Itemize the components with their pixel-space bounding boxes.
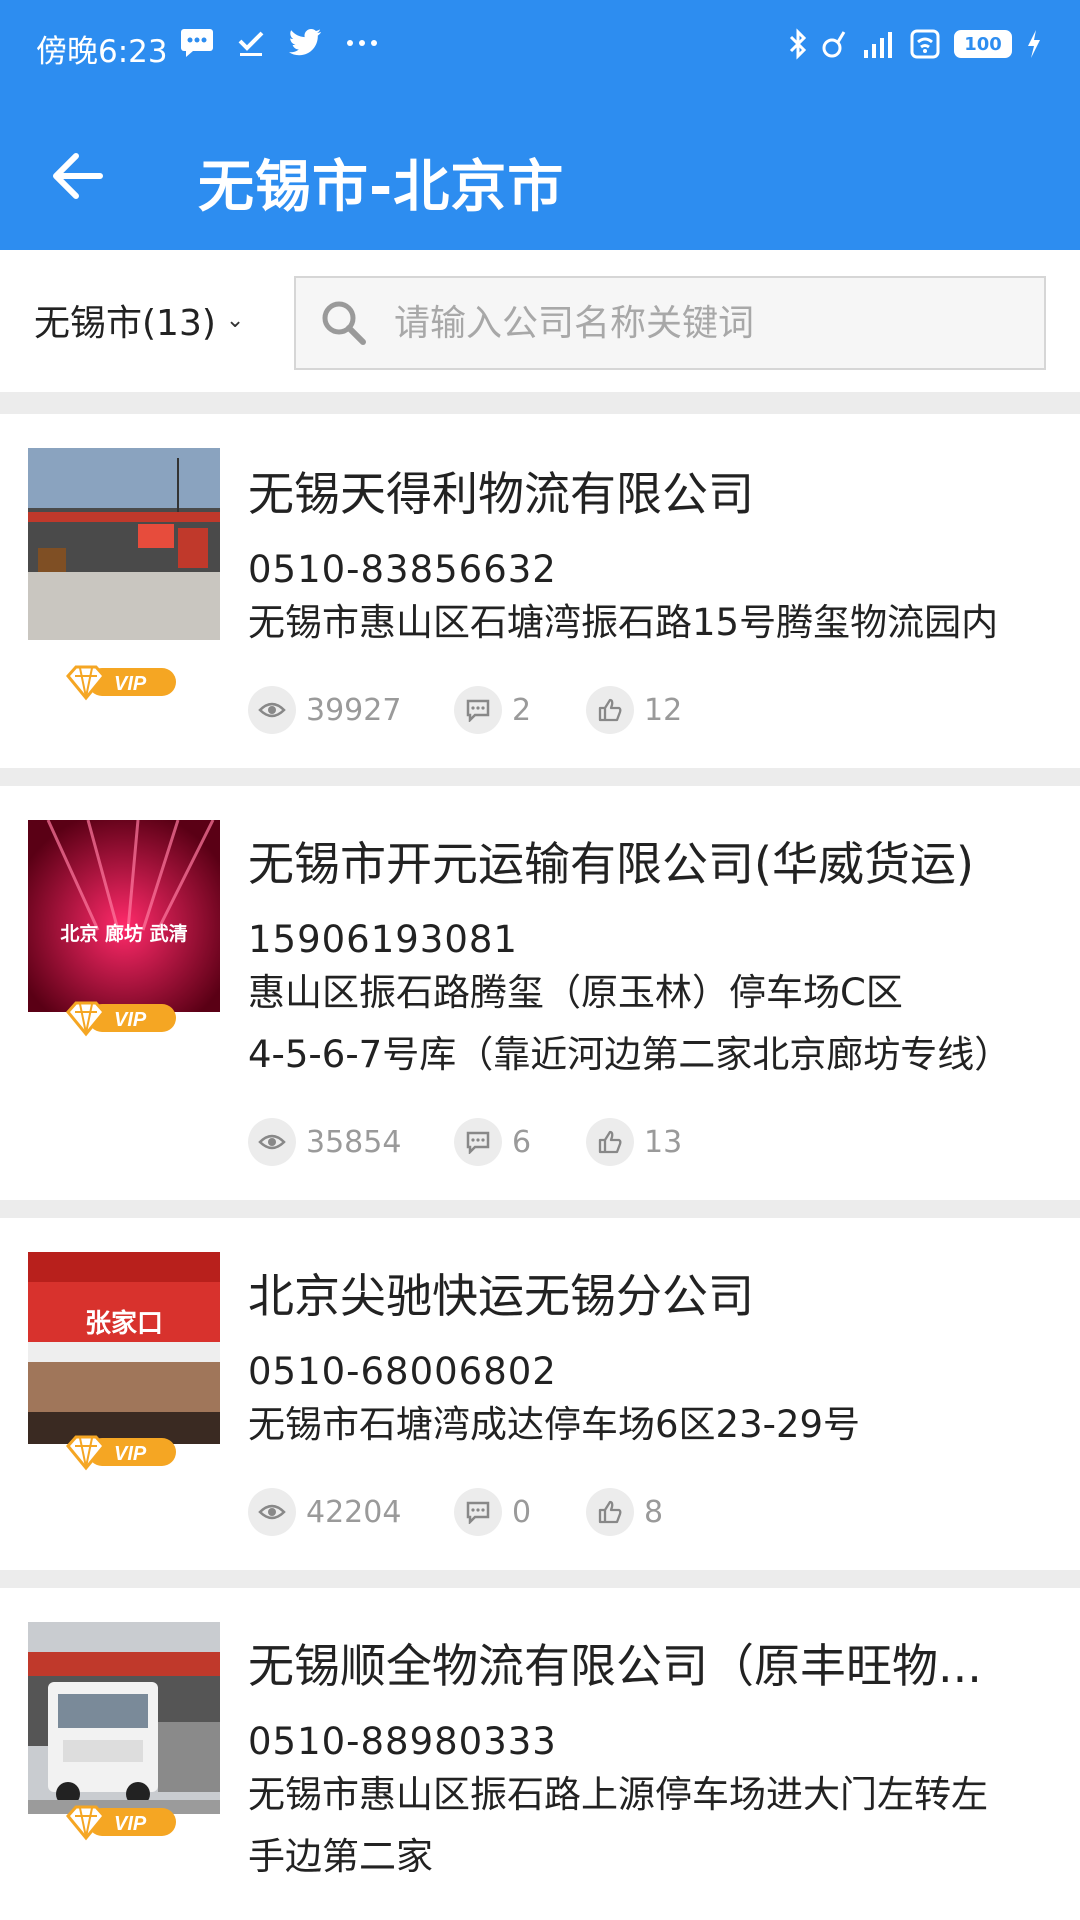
- thumbs-up-icon: [586, 1488, 634, 1536]
- address-line: 4-5-6-7号库（靠近河边第二家北京廊坊专线）: [248, 1033, 1012, 1076]
- charging-icon: [1028, 30, 1040, 58]
- vip-badge-label: VIP: [114, 1009, 147, 1031]
- page-title: 无锡市-北京市: [198, 155, 565, 220]
- thumbs-up-icon: [586, 1118, 634, 1166]
- company-card[interactable]: VIP 无锡天得利物流有限公司 0510-83856632 无锡市惠山区石塘湾振…: [0, 414, 1080, 768]
- comments-count: 0: [512, 1494, 532, 1530]
- company-phone[interactable]: 0510-83856632: [248, 548, 557, 591]
- arrow-left-icon: [53, 153, 103, 199]
- vip-badge: VIP: [66, 1001, 176, 1037]
- comment-icon: [454, 686, 502, 734]
- company-list: VIP 无锡天得利物流有限公司 0510-83856632 无锡市惠山区石塘湾振…: [0, 414, 1080, 1920]
- vip-badge: VIP: [66, 1435, 176, 1471]
- company-name: 无锡顺全物流有限公司（原丰旺物...: [248, 1639, 982, 1693]
- status-bar: 傍晚6:23 100: [0, 0, 1080, 98]
- vip-badge-label: VIP: [114, 1813, 147, 1835]
- wifi-icon: [910, 29, 940, 59]
- eye-icon: [248, 686, 296, 734]
- company-address: 无锡市石塘湾成达停车场6区23-29号: [248, 1394, 1078, 1456]
- search-icon: [318, 297, 370, 349]
- company-photo: [28, 448, 220, 640]
- views-stat: 42204: [248, 1488, 454, 1536]
- company-address: 无锡市惠山区石塘湾振石路15号腾玺物流园内: [248, 592, 1078, 654]
- city-dropdown[interactable]: 无锡市(13) ⌄: [34, 294, 244, 346]
- address-line: 无锡市石塘湾成达停车场6区23-29号: [248, 1403, 861, 1446]
- checklist-icon: [238, 31, 264, 56]
- comment-icon: [454, 1488, 502, 1536]
- comment-icon: [454, 1118, 502, 1166]
- company-phone[interactable]: 15906193081: [248, 918, 518, 961]
- company-name: 无锡天得利物流有限公司: [248, 467, 754, 521]
- likes-count: 12: [644, 692, 683, 728]
- company-card[interactable]: 北京 廊坊 武清 VIP 无锡市开元运输有限公司(华威货运) 159061930…: [0, 786, 1080, 1200]
- vip-badge-label: VIP: [114, 673, 147, 695]
- comments-count: 6: [512, 1124, 532, 1160]
- back-button[interactable]: [42, 140, 114, 212]
- comments-stat[interactable]: 2: [454, 686, 586, 734]
- company-photo: [28, 1622, 220, 1814]
- likes-count: 13: [644, 1124, 683, 1160]
- likes-stat[interactable]: 13: [586, 1118, 682, 1166]
- eye-icon: [248, 1118, 296, 1166]
- comments-stat[interactable]: 6: [454, 1118, 586, 1166]
- search-box[interactable]: [294, 276, 1046, 370]
- company-address: 无锡市惠山区振石路上源停车场进大门左转左 手边第二家: [248, 1764, 1078, 1888]
- eye-icon: [248, 1488, 296, 1536]
- nfc-icon: [822, 31, 846, 58]
- company-stats: 39927 2 12: [248, 686, 682, 734]
- status-notification-icons: [180, 28, 380, 58]
- address-line: 手边第二家: [248, 1835, 433, 1878]
- more-icon: [347, 40, 377, 46]
- company-stats: 35854 6 13: [248, 1118, 682, 1166]
- likes-count: 8: [644, 1494, 664, 1530]
- city-dropdown-label: 无锡市(13): [34, 303, 216, 344]
- status-time: 傍晚6:23: [36, 34, 168, 70]
- views-count: 35854: [306, 1124, 402, 1160]
- views-stat: 39927: [248, 686, 454, 734]
- views-count: 42204: [306, 1494, 402, 1530]
- likes-stat[interactable]: 8: [586, 1488, 663, 1536]
- search-input[interactable]: [394, 302, 1014, 344]
- message-icon: [181, 29, 213, 57]
- company-photo: 张家口: [28, 1252, 220, 1444]
- address-line: 无锡市惠山区振石路上源停车场进大门左转左: [248, 1773, 988, 1816]
- vip-badge-label: VIP: [114, 1443, 147, 1465]
- address-line: 惠山区振石路腾玺（原玉林）停车场C区: [248, 971, 903, 1014]
- vip-badge: VIP: [66, 1805, 176, 1841]
- company-phone[interactable]: 0510-88980333: [248, 1720, 557, 1763]
- address-line: 无锡市惠山区石塘湾振石路15号腾玺物流园内: [248, 601, 999, 644]
- status-system-icons: 100: [788, 28, 1042, 60]
- battery-indicator: 100: [954, 30, 1012, 58]
- company-phone[interactable]: 0510-68006802: [248, 1350, 557, 1393]
- signal-icon: [864, 32, 892, 58]
- company-photo-text: 北京 廊坊 武清: [60, 922, 187, 945]
- company-name: 北京尖驰快运无锡分公司: [248, 1269, 754, 1323]
- filter-bar: 无锡市(13) ⌄: [0, 250, 1080, 392]
- views-count: 39927: [306, 692, 402, 728]
- company-stats: 42204 0 8: [248, 1488, 663, 1536]
- twitter-icon: [289, 29, 321, 56]
- company-photo: 北京 廊坊 武清: [28, 820, 220, 1012]
- company-card[interactable]: 张家口 VIP 北京尖驰快运无锡分公司 0510-68006802 无锡市石塘湾…: [0, 1218, 1080, 1570]
- comments-stat[interactable]: 0: [454, 1488, 586, 1536]
- company-address: 惠山区振石路腾玺（原玉林）停车场C区 4-5-6-7号库（靠近河边第二家北京廊坊…: [248, 962, 1078, 1086]
- app-bar: 无锡市-北京市: [0, 98, 1080, 250]
- company-photo-text: 张家口: [85, 1308, 163, 1339]
- chevron-down-icon: ⌄: [225, 307, 245, 333]
- company-card[interactable]: VIP 无锡顺全物流有限公司（原丰旺物... 0510-88980333 无锡市…: [0, 1588, 1080, 1920]
- thumbs-up-icon: [586, 686, 634, 734]
- likes-stat[interactable]: 12: [586, 686, 682, 734]
- comments-count: 2: [512, 692, 532, 728]
- bluetooth-icon: [789, 28, 807, 60]
- company-name: 无锡市开元运输有限公司(华威货运): [248, 837, 974, 891]
- vip-badge: VIP: [66, 665, 176, 701]
- views-stat: 35854: [248, 1118, 454, 1166]
